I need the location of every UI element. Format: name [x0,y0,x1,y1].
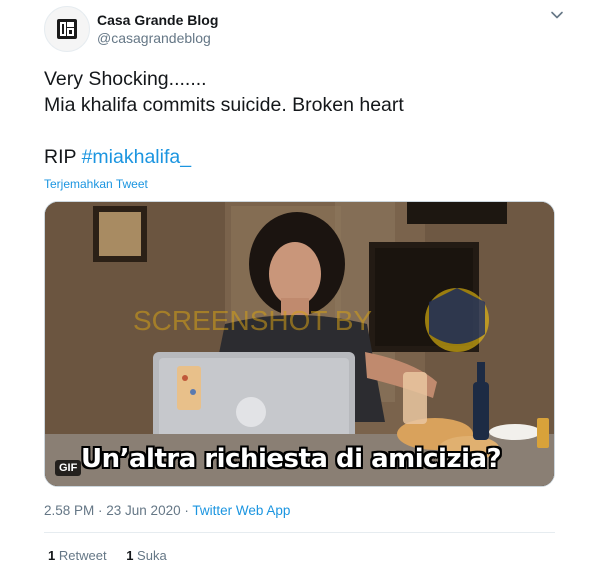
retweet-stat[interactable]: 1 Retweet [48,548,107,563]
tweet-line: Very Shocking....... [44,68,207,90]
tweet-metadata: 2.58 PM · 23 Jun 2020 · Twitter Web App [44,503,290,518]
source-app-link[interactable]: Twitter Web App [192,503,290,518]
author-handle[interactable]: @casagrandeblog [97,30,211,46]
tweet-header: Casa Grande Blog @casagrandeblog [44,6,564,54]
retweet-label: Retweet [58,548,107,563]
divider [44,532,555,533]
tweet-line: Mia khalifa commits suicide. Broken hear… [44,94,404,116]
retweet-count: 1 [48,548,56,563]
svg-text:SCREENSHOT BY: SCREENSHOT BY [133,305,372,336]
like-label: Suka [137,548,167,563]
gif-badge: GIF [55,460,82,476]
translate-tweet-link[interactable]: Terjemahkan Tweet [44,177,148,191]
casa-grande-logo-icon [57,19,77,39]
gif-media[interactable]: SCREENSHOT BY GIF Un’altra richiesta di … [44,201,555,487]
tweet-line-rip: RIP #miakhalifa_ [44,144,564,170]
tweet-text: Very Shocking....... Mia khalifa commits… [44,66,564,170]
rip-text: RIP [44,146,82,168]
mafindo-stamp [425,288,489,352]
author-name[interactable]: Casa Grande Blog [97,12,218,28]
hashtag-link[interactable]: #miakhalifa_ [82,146,191,168]
like-count: 1 [126,548,134,563]
gif-subtitle: Un’altra richiesta di amicizia? [81,444,502,474]
tweet-card: Casa Grande Blog @casagrandeblog Very Sh… [0,0,600,570]
timestamp[interactable]: 2.58 PM · 23 Jun 2020 · [44,503,192,518]
avatar[interactable] [44,6,90,52]
engagement-stats: 1 Retweet 1 Suka [48,548,183,563]
chevron-down-icon[interactable] [550,8,564,22]
like-stat[interactable]: 1 Suka [126,548,167,563]
